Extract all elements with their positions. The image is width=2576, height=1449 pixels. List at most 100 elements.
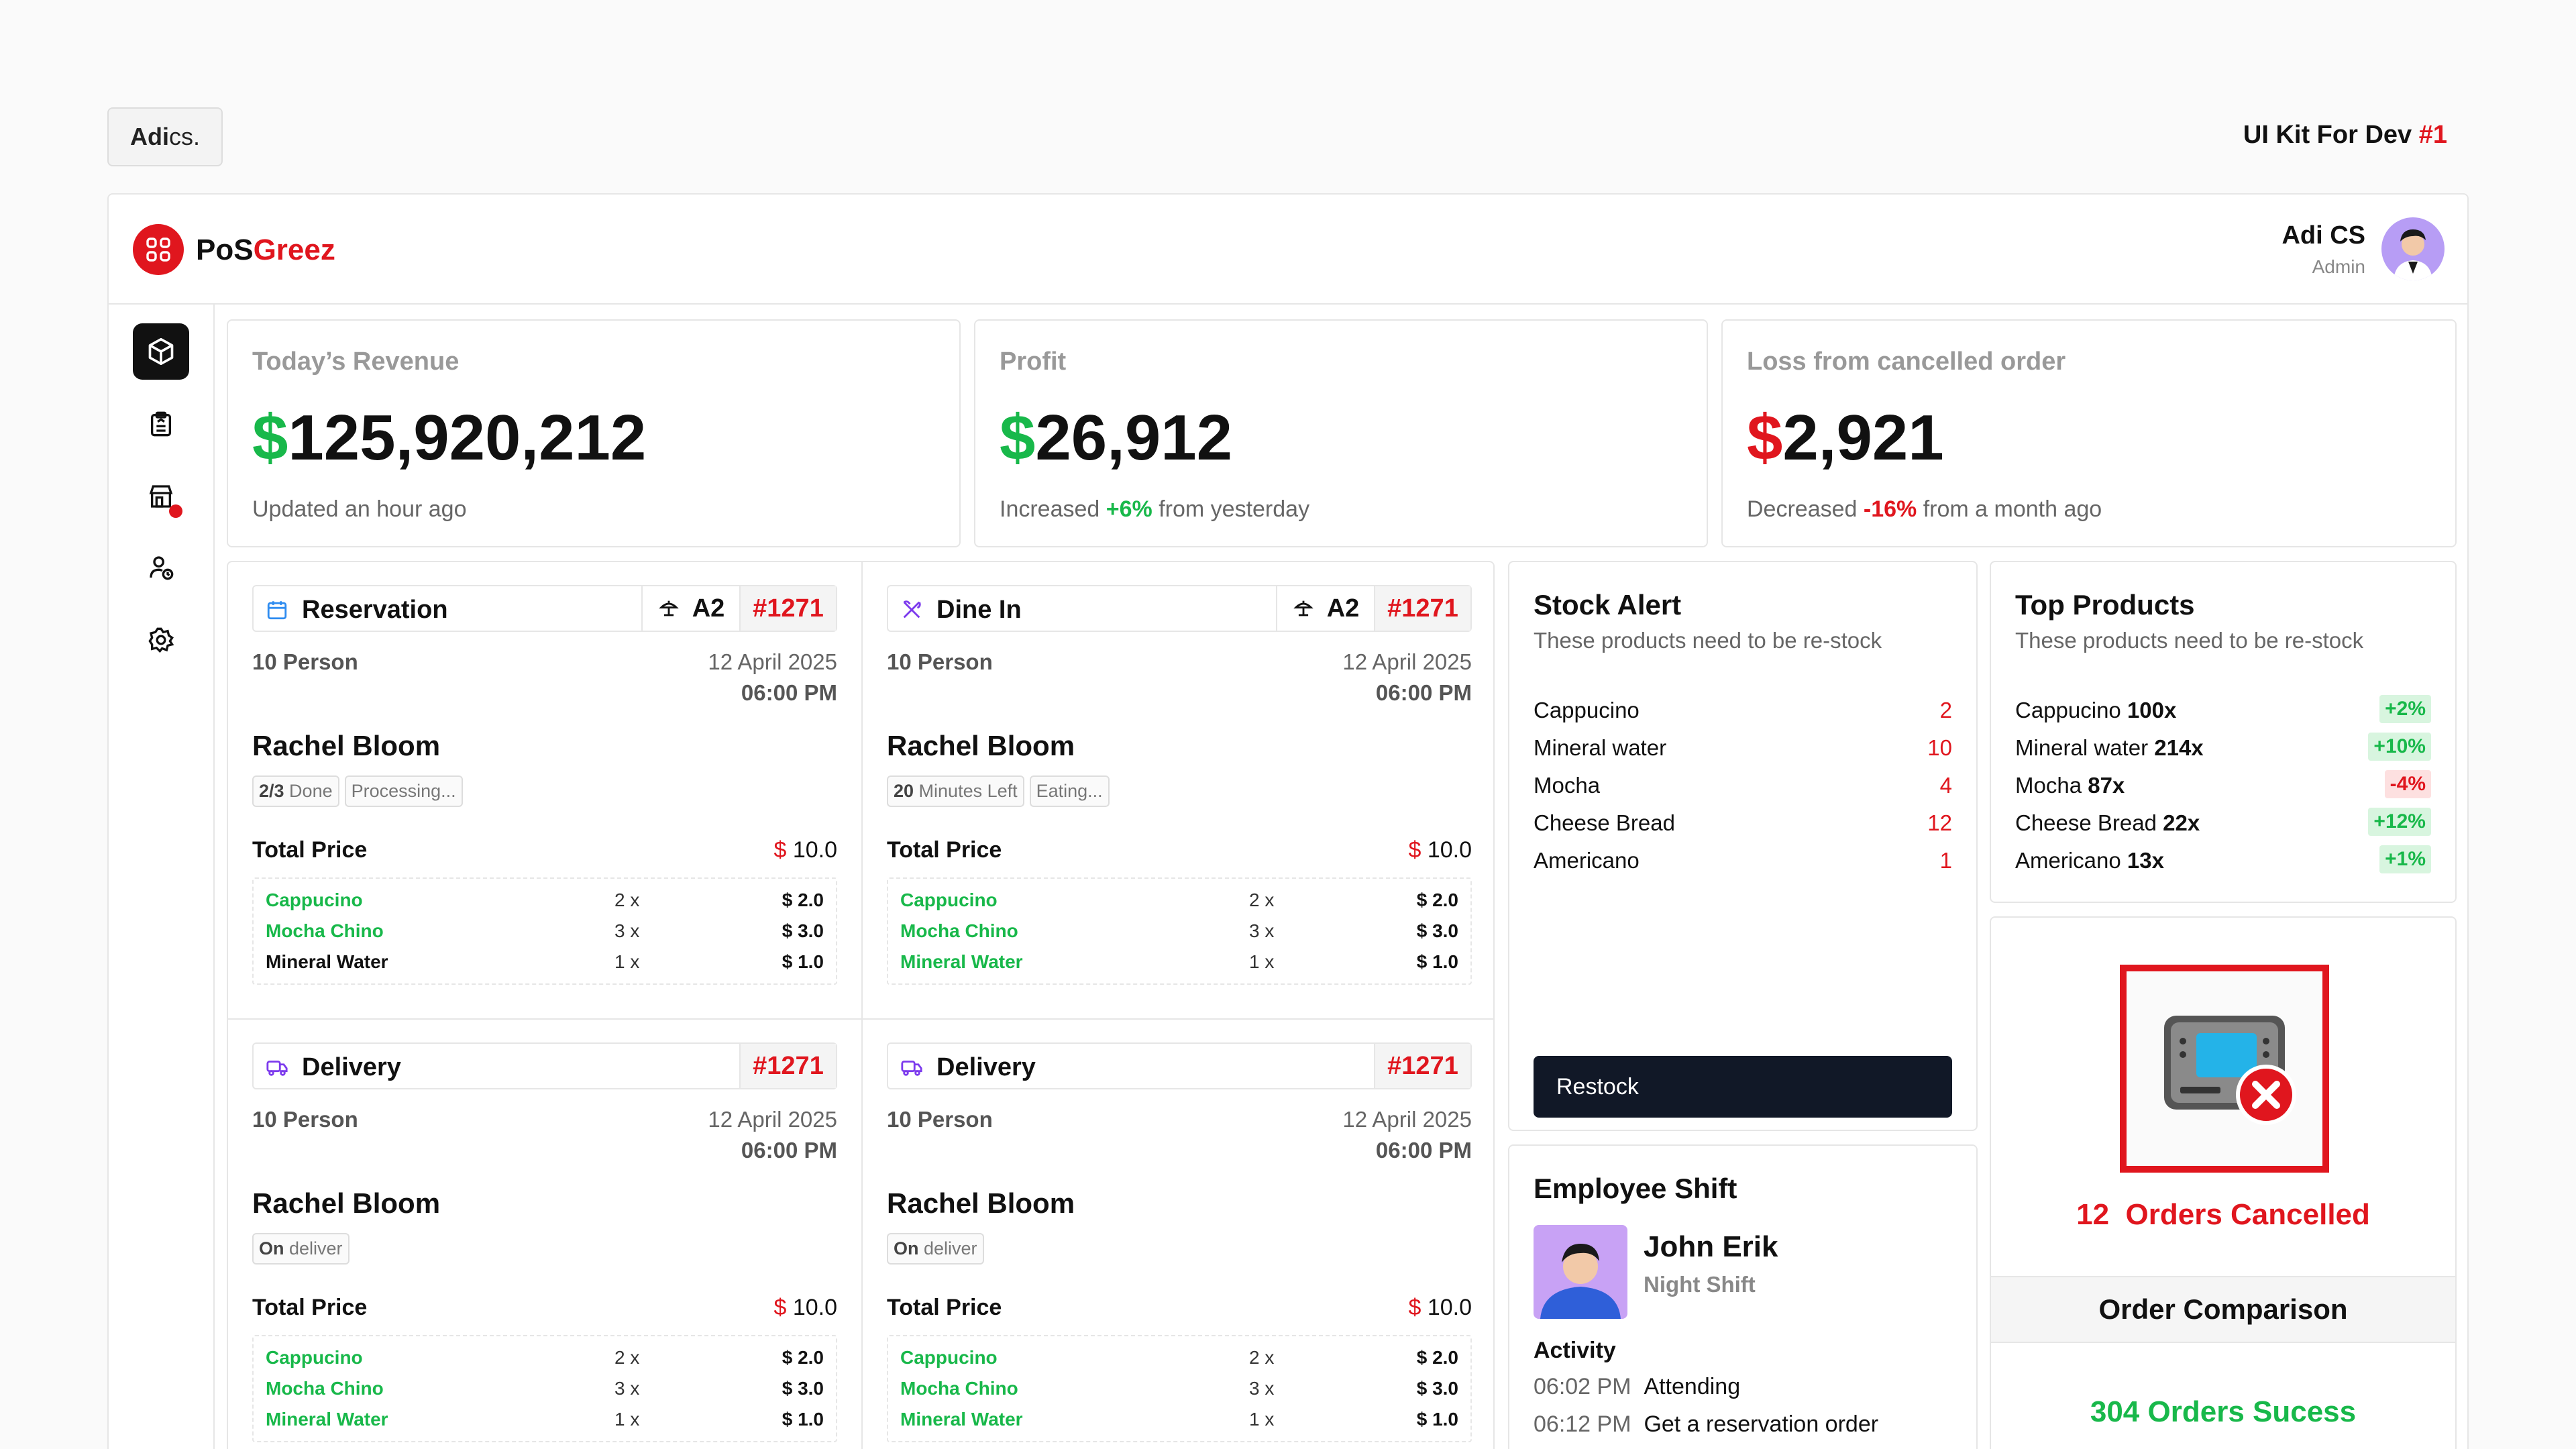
app-topbar: PoSGreez Adi CS Admin: [109, 195, 2467, 305]
loss-sub: Decreased -16% from a month ago: [1747, 496, 2102, 523]
status-bold: On: [894, 1238, 919, 1258]
status-tag: Eating...: [1029, 775, 1110, 807]
stock-item-qty: 1: [1939, 848, 1952, 873]
sidebar-item-orders[interactable]: [133, 396, 189, 452]
user-name: Adi CS: [2282, 221, 2365, 250]
status-text: deliver: [284, 1238, 343, 1258]
sidebar-item-store[interactable]: [133, 468, 189, 525]
revenue-sub-text: Updated an hour ago: [252, 496, 467, 522]
order-items: Cappucino 2 x $ 2.0 Mocha Chino 3 x $ 3.0 Mi…: [887, 877, 1472, 985]
user-clock-icon: [150, 556, 174, 580]
stock-alert-title: Stock Alert: [1534, 589, 1682, 621]
activity-row: 06:12 PM Get a reservation order: [1534, 1411, 1878, 1438]
order-number: #1271: [1374, 1044, 1470, 1088]
stock-item-qty: 10: [1927, 735, 1952, 760]
product-item: Cheese Bread 22x +12%: [2015, 808, 2431, 843]
status-tag: On deliver: [252, 1233, 350, 1265]
order-persons: 10 Person: [887, 649, 993, 674]
customer-name: Rachel Bloom: [887, 730, 1075, 761]
employee-name: John Erik: [1644, 1230, 1778, 1263]
product-count: 22x: [2163, 810, 2200, 835]
employee-shift-title: Employee Shift: [1534, 1173, 1737, 1204]
item-name: Mineral Water: [900, 951, 1023, 972]
order-item: Mineral Water 1 x $ 1.0: [900, 951, 1458, 978]
app-logo-text: PoSGreez: [196, 233, 335, 267]
order-time: 06:00 PM: [1375, 680, 1472, 705]
order-type: Dine In: [936, 596, 1022, 624]
profit-sub: Increased +6% from yesterday: [1000, 496, 1309, 523]
revenue-sub: Updated an hour ago: [252, 496, 466, 523]
order-card-reservation[interactable]: Reservation A2 #1271 10 Person 12 April …: [228, 562, 861, 1018]
utensils-icon: [903, 600, 921, 619]
order-date: 12 April 2025: [1342, 649, 1472, 674]
total-price-value: $ 10.0: [1408, 837, 1472, 863]
item-qty: 2 x: [1249, 1347, 1275, 1368]
customer-name: Rachel Bloom: [252, 730, 441, 761]
item-price: $ 3.0: [1416, 920, 1458, 941]
progress-count: 2/3: [259, 781, 284, 801]
item-name: Mocha Chino: [900, 1378, 1018, 1399]
order-card-delivery[interactable]: Delivery #1271 10 Person 12 April 2025 0…: [863, 1020, 1496, 1449]
status-bold: On: [259, 1238, 284, 1258]
time-left-count: 20: [894, 781, 914, 801]
avatar[interactable]: [2381, 217, 2445, 280]
item-qty: 2 x: [614, 890, 640, 910]
loss-sub-post: from a month ago: [1917, 496, 2102, 522]
order-header: Reservation A2 #1271: [252, 585, 837, 632]
item-qty: 3 x: [1249, 1378, 1275, 1399]
product-name: Cheese Bread: [2015, 810, 2163, 835]
order-tags: 20 Minutes Left Eating...: [887, 775, 1110, 807]
item-qty: 2 x: [614, 1347, 640, 1368]
progress-tag: 2/3 Done: [252, 775, 339, 807]
table-icon: [1293, 600, 1313, 616]
order-time: 06:00 PM: [741, 680, 837, 705]
sidebar-item-settings[interactable]: [133, 612, 189, 668]
kit-text: UI Kit For Dev: [2243, 121, 2419, 149]
product-change-badge: +1%: [2379, 845, 2431, 873]
activity-time: 06:02 PM: [1534, 1374, 1631, 1399]
profit-amount: 26,912: [1035, 402, 1233, 474]
product-item: Cappucino 100x +2%: [2015, 695, 2431, 730]
order-persons: 10 Person: [252, 649, 358, 674]
clipboard-icon: [151, 411, 171, 437]
profit-currency: $: [1000, 402, 1036, 474]
stock-item: Americano 1: [1534, 848, 1952, 880]
order-type: Reservation: [302, 596, 448, 624]
stock-item-qty: 4: [1939, 773, 1952, 798]
top-products-subtitle: These products need to be re-stock: [2015, 628, 2364, 653]
order-date: 12 April 2025: [708, 1107, 837, 1132]
total-price-label: Total Price: [252, 1295, 368, 1320]
stock-item-qty: 2: [1939, 698, 1952, 722]
cancelled-text: Orders Cancelled: [2125, 1198, 2370, 1231]
product-item: Americano 13x +1%: [2015, 845, 2431, 880]
item-price: $ 2.0: [1416, 890, 1458, 910]
order-items: Cappucino 2 x $ 2.0 Mocha Chino 3 x $ 3.0 Mi…: [252, 877, 837, 985]
activity-row: 06:02 PM Attending: [1534, 1374, 1740, 1400]
total-price-label: Total Price: [887, 837, 1002, 863]
order-card-dine-in[interactable]: Dine In A2 #1271 10 Person 12 April 2025…: [863, 562, 1496, 1018]
cancelled-label: 12 Orders Cancelled: [1991, 1198, 2455, 1232]
restock-button[interactable]: Restock: [1534, 1056, 1952, 1118]
orders-panel: Reservation A2 #1271 10 Person 12 April …: [227, 561, 1495, 1449]
order-items: Cappucino 2 x $ 2.0 Mocha Chino 3 x $ 3.0 Mi…: [887, 1335, 1472, 1442]
profit-value: $26,912: [1000, 401, 1232, 475]
total-amount: 10.0: [1421, 837, 1472, 863]
table-label: A2: [1276, 586, 1374, 631]
item-name: Mineral Water: [900, 1409, 1023, 1430]
item-qty: 3 x: [1249, 920, 1275, 941]
loss-label: Loss from cancelled order: [1747, 347, 2066, 376]
stock-item: Mineral water 10: [1534, 735, 1952, 767]
product-name: Americano: [2015, 848, 2127, 873]
sidebar-item-staff[interactable]: [133, 539, 189, 596]
revenue-value: $125,920,212: [252, 401, 646, 475]
sidebar-item-products[interactable]: [133, 323, 189, 380]
employee-shift: Night Shift: [1644, 1272, 1756, 1297]
item-name: Cappucino: [900, 890, 998, 910]
order-card-delivery[interactable]: Delivery #1271 10 Person 12 April 2025 0…: [228, 1020, 861, 1449]
order-type: Delivery: [302, 1053, 401, 1081]
profit-card: Profit $26,912 Increased +6% from yester…: [974, 319, 1708, 547]
table-number: A2: [1326, 594, 1360, 623]
order-item: Mineral Water 1 x $ 1.0: [900, 1409, 1458, 1436]
kit-number: #1: [2418, 121, 2447, 149]
product-name: Cappucino: [2015, 698, 2127, 722]
